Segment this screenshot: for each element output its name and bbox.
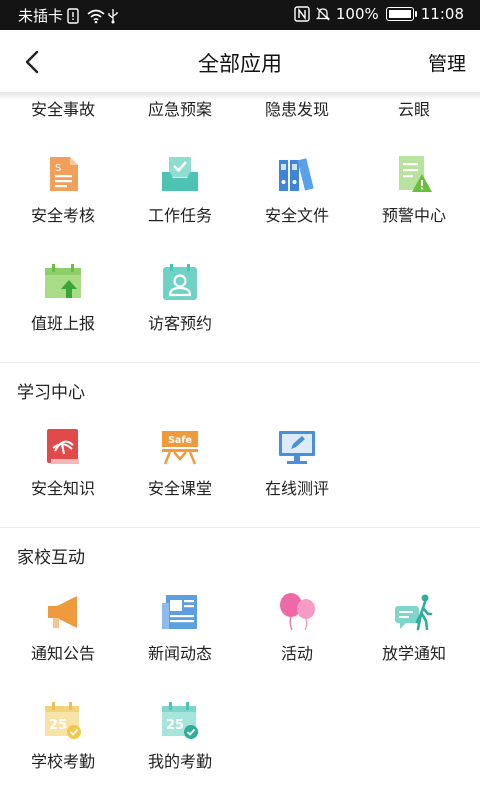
section-title-study: 学习中心 (17, 383, 85, 403)
app-label: 安全课堂 (147, 479, 212, 498)
section-divider (0, 362, 480, 363)
app-duty-report[interactable]: 值班上报 (3, 262, 123, 334)
app-label: 通知公告 (30, 644, 95, 663)
app-label: 应急预案 (147, 100, 212, 119)
section-divider (0, 527, 480, 528)
app-label: 放学通知 (381, 644, 446, 663)
safe-badge-text: Safe (168, 435, 192, 446)
battery-percent: 100% (335, 5, 379, 23)
mute-icon (315, 6, 331, 22)
section-title-family: 家校互动 (17, 548, 85, 568)
carrier-text: 未插卡 (18, 7, 64, 25)
knowledge-book-icon (43, 427, 83, 467)
app-hazard-discovery[interactable]: 隐患发现 (237, 100, 357, 120)
app-label: 云眼 (397, 100, 430, 119)
app-safety-files[interactable]: 安全文件 (237, 154, 357, 226)
app-label: 安全事故 (30, 100, 95, 119)
app-label: 访客预约 (147, 314, 212, 333)
wifi-icon (87, 8, 105, 24)
document-list-icon: S (43, 154, 83, 194)
battery-icon (385, 7, 417, 21)
status-bar: 未插卡 100% 11:08 (0, 0, 480, 30)
app-school-attendance[interactable]: 25 学校考勤 (3, 700, 123, 772)
clock: 11:08 (420, 5, 464, 23)
battery-level-fill (388, 10, 411, 18)
inbox-check-icon (160, 154, 200, 194)
app-dismissal-notice[interactable]: 放学通知 (354, 592, 474, 664)
app-work-tasks[interactable]: 工作任务 (120, 154, 240, 226)
app-safety-assessment[interactable]: S 安全考核 (3, 154, 123, 226)
app-warning-center[interactable]: 预警中心 (354, 154, 474, 226)
app-online-assessment[interactable]: 在线测评 (237, 427, 357, 499)
safe-classroom-icon: Safe (160, 427, 200, 467)
app-safety-accident[interactable]: 安全事故 (3, 100, 123, 120)
walking-message-icon (394, 592, 434, 632)
app-label: 预警中心 (381, 206, 446, 225)
monitor-edit-icon (277, 427, 317, 467)
svg-text:S: S (55, 163, 61, 174)
app-label: 活动 (280, 644, 313, 663)
app-label: 值班上报 (30, 314, 95, 333)
app-header: 全部应用 管理 (0, 30, 480, 94)
app-label: 工作任务 (147, 206, 212, 225)
app-label: 隐患发现 (264, 100, 329, 119)
megaphone-icon (43, 592, 83, 632)
app-label: 我的考勤 (147, 752, 212, 771)
app-grid-scroll[interactable]: 安全事故 应急预案 隐患发现 云眼 S 安全考核 工作任务 安全文件 预警中心 (0, 98, 480, 800)
app-label: 安全考核 (30, 206, 95, 225)
page-title: 全部应用 (198, 52, 282, 76)
app-label: 安全文件 (264, 206, 329, 225)
usb-icon (107, 8, 123, 24)
calendar-day: 25 (49, 718, 67, 733)
school-attendance-calendar-icon: 25 (43, 700, 83, 740)
app-visitor-booking[interactable]: 访客预约 (120, 262, 240, 334)
app-emergency-plan[interactable]: 应急预案 (120, 100, 240, 120)
app-label: 新闻动态 (147, 644, 212, 663)
app-label: 在线测评 (264, 479, 329, 498)
sim-alert-icon (67, 7, 83, 24)
nfc-icon (294, 6, 310, 22)
app-my-attendance[interactable]: 25 我的考勤 (120, 700, 240, 772)
app-news[interactable]: 新闻动态 (120, 592, 240, 664)
my-attendance-calendar-icon: 25 (160, 700, 200, 740)
app-label: 安全知识 (30, 479, 95, 498)
manage-button[interactable]: 管理 (428, 49, 466, 76)
balloons-icon (277, 592, 317, 632)
visitor-calendar-icon (160, 262, 200, 302)
app-safety-knowledge[interactable]: 安全知识 (3, 427, 123, 499)
binders-icon (277, 154, 317, 194)
app-cloud-eye[interactable]: 云眼 (354, 100, 474, 120)
app-notice-announcement[interactable]: 通知公告 (3, 592, 123, 664)
calendar-day: 25 (166, 718, 184, 733)
app-activities[interactable]: 活动 (237, 592, 357, 664)
calendar-upload-icon (43, 262, 83, 302)
app-label: 学校考勤 (30, 752, 95, 771)
newspaper-icon (160, 592, 200, 632)
app-safety-classroom[interactable]: Safe 安全课堂 (120, 427, 240, 499)
warning-document-icon (394, 154, 434, 194)
